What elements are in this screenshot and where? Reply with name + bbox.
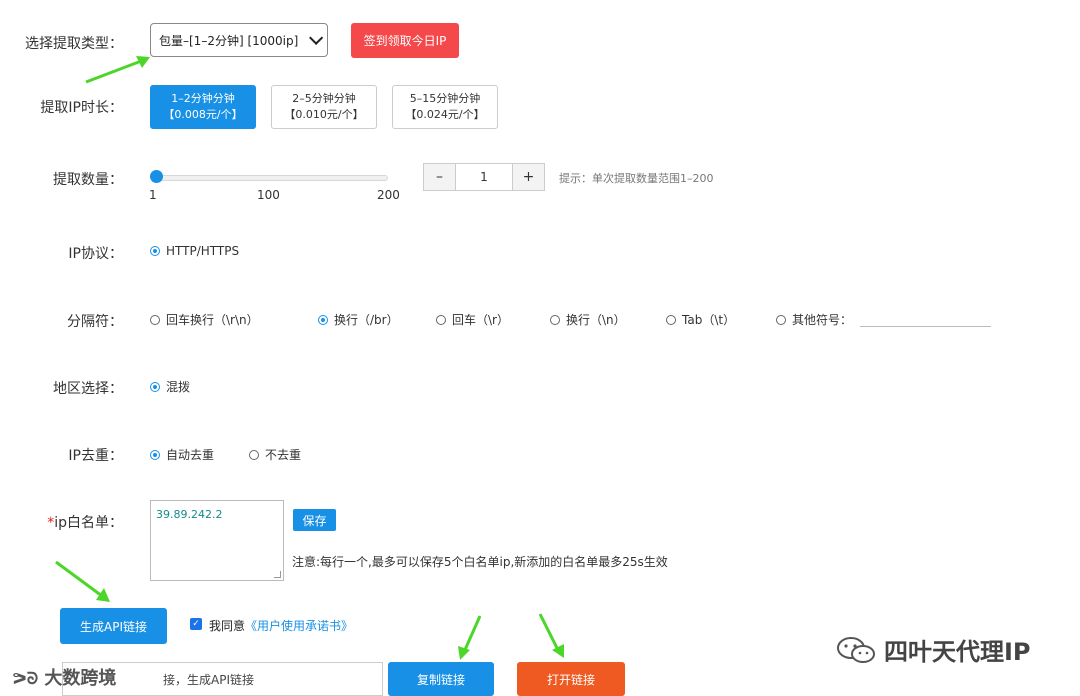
watermark-logo-icon: ᕗᘐ <box>12 669 39 688</box>
duration-option-1-price: 【0.008元/个】 <box>163 108 243 121</box>
slider-mid-label: 100 <box>257 188 280 202</box>
duration-option-3[interactable]: 5–15分钟分钟 【0.024元/个】 <box>392 85 498 129</box>
api-link-placeholder: 接，生成API链接 <box>163 672 254 687</box>
protocol-option-http[interactable]: HTTP/HTTPS <box>150 244 239 258</box>
checkin-button[interactable]: 签到领取今日IP <box>351 23 459 58</box>
radio-unchecked-icon[interactable] <box>249 449 259 460</box>
resize-handle-icon[interactable] <box>274 571 281 578</box>
check-icon: ✓ <box>192 619 200 629</box>
separator-option-text: 换行（\n） <box>566 313 626 327</box>
open-link-button[interactable]: 打开链接 <box>517 662 625 696</box>
extract-type-select[interactable]: 包量–[1–2分钟] [1000ip] <box>150 23 328 57</box>
dedup-option-auto[interactable]: 自动去重 <box>150 446 214 463</box>
separator-option-br[interactable]: 换行（/br） <box>318 311 399 328</box>
radio-unchecked-icon[interactable] <box>436 314 446 325</box>
watermark-right: 四叶天代理IP <box>836 632 1031 667</box>
agree-label: 我同意 <box>209 619 246 633</box>
radio-unchecked-icon[interactable] <box>150 314 160 325</box>
separator-option-text: 换行（/br） <box>334 313 399 327</box>
duration-option-1[interactable]: 1–2分钟分钟 【0.008元/个】 <box>150 85 256 129</box>
radio-unchecked-icon[interactable] <box>776 314 786 325</box>
separator-option-text: 回车换行（\r\n） <box>166 313 259 327</box>
dedup-label: IP去重： <box>68 448 123 464</box>
radio-checked-icon[interactable] <box>318 314 328 325</box>
quantity-label: 提取数量： <box>53 172 123 188</box>
duration-option-2-price: 【0.010元/个】 <box>284 108 364 121</box>
generate-api-button[interactable]: 生成API链接 <box>60 608 167 644</box>
separator-option-text: 其他符号： <box>792 313 853 327</box>
separator-label: 分隔符： <box>67 314 123 330</box>
whitelist-label: *ip白名单： <box>47 512 123 532</box>
duration-option-3-price: 【0.024元/个】 <box>405 108 485 121</box>
separator-option-text: 回车（\r） <box>452 313 509 327</box>
dedup-option-text: 自动去重 <box>166 448 215 462</box>
whitelist-value: 39.89.242.2 <box>156 508 223 521</box>
dedup-option-text: 不去重 <box>265 448 302 462</box>
duration-option-1-name: 1–2分钟分钟 <box>171 92 235 105</box>
agreement-link[interactable]: 《用户使用承诺书》 <box>245 619 353 633</box>
radio-checked-icon[interactable] <box>150 381 160 392</box>
separator-option-other[interactable]: 其他符号： <box>776 311 852 328</box>
separator-option-text: Tab（\t） <box>682 313 736 327</box>
radio-checked-icon[interactable] <box>150 246 160 256</box>
duration-option-2-name: 2–5分钟分钟 <box>292 92 356 105</box>
radio-unchecked-icon[interactable] <box>666 314 676 325</box>
watermark-right-text: 四叶天代理IP <box>884 638 1031 666</box>
quantity-hint: 提示：单次提取数量范围1–200 <box>559 172 714 185</box>
copy-link-button[interactable]: 复制链接 <box>388 662 494 696</box>
annotation-arrow-icon <box>55 560 110 602</box>
dedup-option-none[interactable]: 不去重 <box>249 446 301 463</box>
other-separator-input[interactable] <box>860 312 991 327</box>
chevron-down-icon <box>309 30 324 45</box>
quantity-slider-track[interactable] <box>156 175 388 181</box>
protocol-label: IP协议： <box>68 246 123 262</box>
separator-option-lf[interactable]: 换行（\n） <box>550 311 626 328</box>
agree-checkbox[interactable]: ✓ <box>190 618 202 630</box>
whitelist-note: 注意:每行一个,最多可以保存5个白名单ip,新添加的白名单最多25s生效 <box>292 555 668 569</box>
duration-label: 提取IP时长： <box>40 100 123 116</box>
radio-unchecked-icon[interactable] <box>550 314 560 325</box>
slider-max-label: 200 <box>377 188 400 202</box>
annotation-arrow-icon <box>85 56 150 84</box>
watermark-left: ᕗᘐ 大数跨境 <box>12 664 116 690</box>
quantity-increment-button[interactable]: + <box>513 164 544 190</box>
quantity-input[interactable]: 1 <box>455 164 513 190</box>
separator-option-crlf[interactable]: 回车换行（\r\n） <box>150 311 259 328</box>
watermark-left-text: 大数跨境 <box>44 668 117 689</box>
whitelist-label-text: ip白名单： <box>54 515 123 531</box>
wechat-icon <box>837 636 875 663</box>
separator-option-tab[interactable]: Tab（\t） <box>666 311 735 328</box>
radio-checked-icon[interactable] <box>150 449 160 460</box>
quantity-stepper: – 1 + <box>423 163 545 191</box>
duration-option-2[interactable]: 2–5分钟分钟 【0.010元/个】 <box>271 85 377 129</box>
region-option-text: 混拨 <box>166 380 191 394</box>
quantity-decrement-button[interactable]: – <box>424 164 455 190</box>
save-whitelist-button[interactable]: 保存 <box>293 509 336 531</box>
extract-type-selected: 包量–[1–2分钟] [1000ip] <box>159 33 299 48</box>
separator-option-cr[interactable]: 回车（\r） <box>436 311 509 328</box>
region-option-mixed[interactable]: 混拨 <box>150 378 190 395</box>
quantity-slider-thumb[interactable] <box>150 170 163 183</box>
region-label: 地区选择： <box>53 381 123 397</box>
duration-option-3-name: 5–15分钟分钟 <box>409 92 481 105</box>
protocol-option-text: HTTP/HTTPS <box>166 244 240 258</box>
annotation-arrow-icon <box>538 613 564 658</box>
annotation-arrow-icon <box>458 615 482 660</box>
agree-text: 我同意《用户使用承诺书》 <box>209 617 353 634</box>
slider-min-label: 1 <box>149 188 157 202</box>
whitelist-textarea[interactable]: 39.89.242.2 <box>150 500 284 581</box>
